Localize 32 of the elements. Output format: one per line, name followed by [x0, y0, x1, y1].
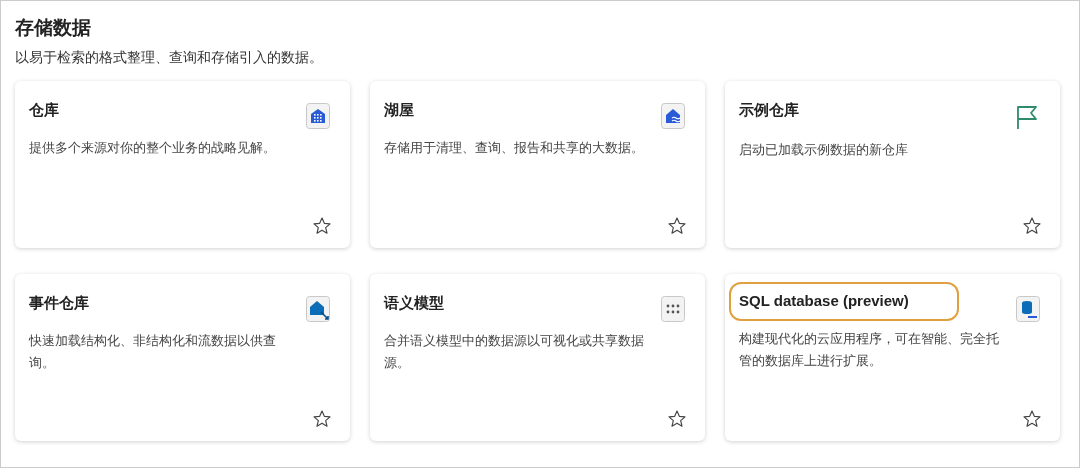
section-title: 存储数据	[15, 16, 92, 40]
card[interactable]: 示例仓库 启动已加载示例数据的新仓库	[725, 81, 1060, 248]
card-description: 合并语义模型中的数据源以可视化或共享数据源。	[384, 332, 645, 372]
warehouse-icon	[306, 103, 330, 129]
star-icon[interactable]	[312, 409, 332, 429]
section-subtitle: 以易于检索的格式整理、查询和存储引入的数据。	[15, 48, 324, 67]
card[interactable]: SQL database (preview) 构建现代化的云应用程序，可在智能、完全托管的数据库上进行扩展。	[725, 274, 1060, 441]
card-description: 启动已加载示例数据的新仓库	[739, 141, 909, 159]
star-icon[interactable]	[667, 216, 687, 236]
database-icon	[1016, 296, 1040, 322]
star-icon[interactable]	[667, 409, 687, 429]
star-icon[interactable]	[1022, 409, 1042, 429]
card-title: 示例仓库	[739, 100, 799, 120]
card-description: 快速加载结构化、非结构化和流数据以供查询。	[29, 332, 277, 372]
card[interactable]: 语义模型 合并语义模型中的数据源以可视化或共享数据源。	[370, 274, 705, 441]
lakehouse-icon	[661, 103, 685, 129]
card-title: 仓库	[29, 100, 59, 120]
flag-icon	[1014, 103, 1040, 131]
card-title: 语义模型	[384, 293, 444, 313]
card[interactable]: 事件仓库 快速加载结构化、非结构化和流数据以供查询。	[15, 274, 350, 441]
star-icon[interactable]	[1022, 216, 1042, 236]
card-title: 事件仓库	[29, 293, 89, 313]
card-title: 湖屋	[384, 100, 414, 120]
card[interactable]: 仓库 提供多个来源对你的整个业务的战略见解。	[15, 81, 350, 248]
card-description: 提供多个来源对你的整个业务的战略见解。	[29, 139, 277, 157]
card-title: SQL database (preview)	[729, 282, 959, 321]
card[interactable]: 湖屋 存储用于清理、查询、报告和共享的大数据。	[370, 81, 705, 248]
eventhouse-icon	[306, 296, 330, 322]
card-description: 构建现代化的云应用程序，可在智能、完全托管的数据库上进行扩展。	[739, 330, 1000, 370]
dots-grid-icon	[661, 296, 685, 322]
star-icon[interactable]	[312, 216, 332, 236]
card-description: 存储用于清理、查询、报告和共享的大数据。	[384, 139, 645, 157]
